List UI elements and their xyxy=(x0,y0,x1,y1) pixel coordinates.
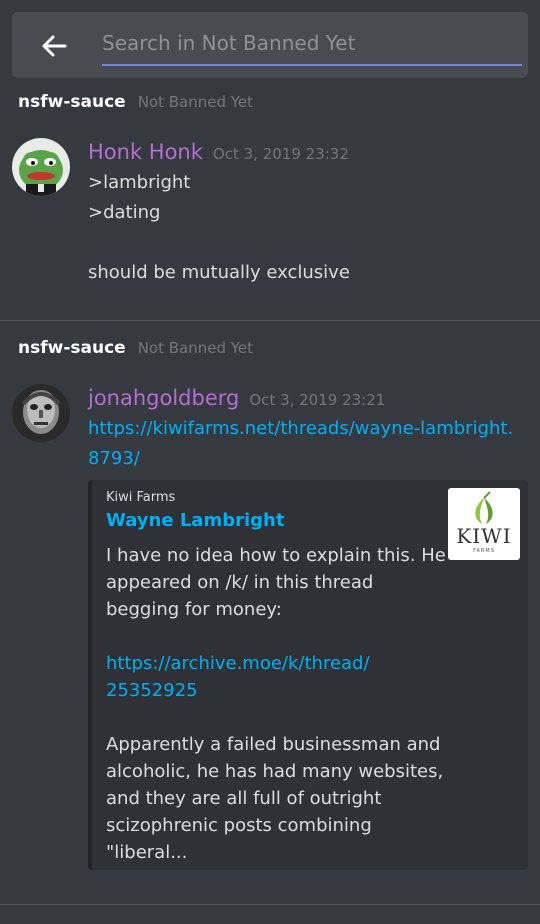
kiwi-logo-icon xyxy=(475,491,493,524)
embed-desc-line: alcoholic, he has had many websites, xyxy=(106,761,444,782)
embed-desc-line: I have no idea how to explain this. He xyxy=(106,545,446,566)
embed-provider[interactable]: Kiwi Farms xyxy=(106,490,175,505)
message-link-cont[interactable]: 8793/ xyxy=(88,444,526,474)
embed-desc-line: and they are all full of outright xyxy=(106,788,382,809)
search-input[interactable] xyxy=(102,26,522,66)
kiwi-sub: FARMS xyxy=(473,548,495,554)
embed-title[interactable]: Wayne Lambright xyxy=(106,510,284,531)
embed-gap xyxy=(106,623,446,650)
message: jonahgoldberg Oct 3, 2019 23:21 https://… xyxy=(88,386,526,474)
embed-link[interactable]: https://archive.moe/k/thread/ xyxy=(106,650,446,677)
divider xyxy=(0,320,540,321)
embed-desc-line: begging for money: xyxy=(106,599,282,620)
guild-name: Not Banned Yet xyxy=(137,93,254,111)
kiwi-word: KIWI xyxy=(456,524,512,548)
embed-desc-line: scizophrenic posts combining xyxy=(106,815,372,836)
avatar[interactable] xyxy=(12,384,70,442)
message-link[interactable]: https://kiwifarms.net/threads/wayne-lamb… xyxy=(88,414,526,444)
divider xyxy=(0,904,540,905)
message-line: >lambright xyxy=(88,172,191,193)
channel-name[interactable]: nsfw-sauce xyxy=(18,92,126,112)
avatar[interactable] xyxy=(12,138,70,196)
embed-desc-line: appeared on /k/ in this thread xyxy=(106,572,374,593)
message-header: Honk Honk Oct 3, 2019 23:32 xyxy=(88,140,526,164)
back-arrow-icon[interactable] xyxy=(36,28,72,64)
embed-link-cont[interactable]: 25352925 xyxy=(106,677,446,704)
result-header: nsfw-sauce Not Banned Yet xyxy=(18,92,253,112)
timestamp: Oct 3, 2019 23:21 xyxy=(249,391,386,409)
search-bar xyxy=(12,12,528,78)
channel-name[interactable]: nsfw-sauce xyxy=(18,338,126,358)
message-line: should be mutually exclusive xyxy=(88,262,350,283)
search-result[interactable]: nsfw-sauce Not Banned Yet Honk Honk Oct … xyxy=(0,88,540,320)
message-line: >dating xyxy=(88,202,161,223)
message-content: https://kiwifarms.net/threads/wayne-lamb… xyxy=(88,414,526,474)
embed-desc-line: "liberal... xyxy=(106,842,188,863)
author-name[interactable]: Honk Honk xyxy=(88,140,203,164)
message-content: >lambright >dating should be mutually ex… xyxy=(88,168,526,288)
author-name[interactable]: jonahgoldberg xyxy=(88,386,239,410)
search-header xyxy=(0,0,540,88)
message: Honk Honk Oct 3, 2019 23:32 >lambright >… xyxy=(88,140,526,288)
message-header: jonahgoldberg Oct 3, 2019 23:21 xyxy=(88,386,526,410)
guild-name: Not Banned Yet xyxy=(137,339,254,357)
embed-desc-line: Apparently a failed businessman and xyxy=(106,734,441,755)
result-header: nsfw-sauce Not Banned Yet xyxy=(18,338,253,358)
embed-gap xyxy=(106,704,446,731)
search-result[interactable]: nsfw-sauce Not Banned Yet jonahgoldberg … xyxy=(0,334,540,904)
embed-thumbnail[interactable]: KIWI FARMS xyxy=(448,488,520,560)
embed-description: I have no idea how to explain this. He a… xyxy=(106,542,446,866)
timestamp: Oct 3, 2019 23:32 xyxy=(212,145,349,163)
message-line-blank xyxy=(88,228,526,258)
link-embed: Kiwi Farms Wayne Lambright I have no ide… xyxy=(88,480,528,870)
